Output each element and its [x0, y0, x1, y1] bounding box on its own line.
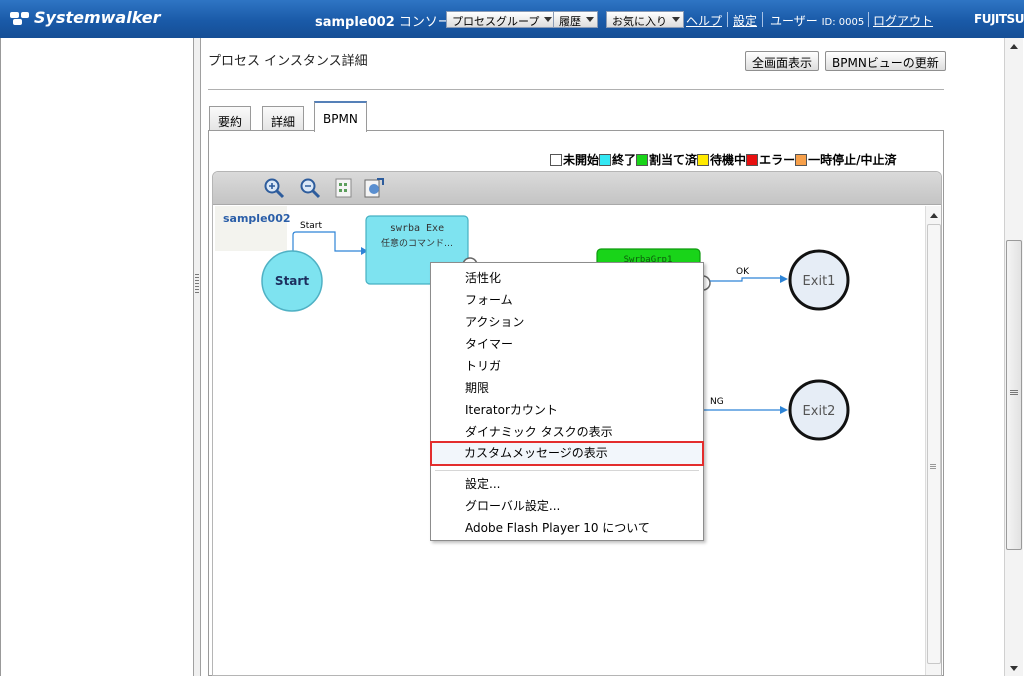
- legend-item: 待機中: [697, 151, 746, 168]
- context-menu: 活性化 フォーム アクション タイマー トリガ 期限 Iteratorカウント …: [430, 262, 704, 541]
- menu-item-action[interactable]: アクション: [431, 310, 703, 332]
- splitter-grip-icon: [195, 274, 199, 294]
- menu-item-iterator-count[interactable]: Iteratorカウント: [431, 398, 703, 420]
- status-legend: 未開始 終了 割当て済 待機中 エラー 一時停止/中止済: [550, 151, 896, 168]
- page-scrollbar[interactable]: [1004, 38, 1023, 676]
- bpmn-toolbar: [213, 172, 941, 205]
- settings-link[interactable]: 設定: [733, 12, 757, 29]
- console-name: sample002: [315, 15, 395, 30]
- legend-label: 一時停止/中止済: [808, 153, 897, 167]
- user-info: ユーザー ID: 0005: [770, 12, 864, 29]
- zoom-in-icon[interactable]: [263, 177, 285, 199]
- legend-swatch: [795, 153, 808, 166]
- systemwalker-logo-icon: [10, 10, 30, 26]
- scroll-grip-icon: [930, 464, 936, 470]
- header-separator: [868, 12, 869, 27]
- tab-summary[interactable]: 要約: [209, 106, 252, 131]
- tab-bpmn[interactable]: BPMN: [314, 101, 367, 132]
- page-title: プロセス インスタンス詳細: [208, 54, 368, 69]
- legend-swatch: [746, 153, 759, 166]
- scroll-down-icon[interactable]: [1010, 666, 1018, 671]
- help-link[interactable]: ヘルプ: [686, 12, 722, 29]
- legend-label: 終了: [612, 153, 637, 167]
- header-separator: [762, 12, 763, 27]
- favorites-menu[interactable]: お気に入り: [606, 11, 684, 28]
- process-group-menu-label: プロセスグループ: [452, 15, 540, 28]
- header-separator: [727, 12, 728, 27]
- bpmn-canvas-scrollbar[interactable]: [925, 206, 941, 675]
- legend-item: 一時停止/中止済: [795, 151, 896, 168]
- chevron-down-icon: [672, 17, 680, 22]
- bpmn-scrollbar-thumb[interactable]: [927, 224, 941, 664]
- history-menu[interactable]: 履歴: [553, 11, 598, 28]
- menu-item-about-flash[interactable]: Adobe Flash Player 10 について: [431, 516, 703, 538]
- history-menu-label: 履歴: [559, 15, 581, 28]
- fullscreen-button[interactable]: 全画面表示: [745, 51, 820, 71]
- legend-item: エラー: [746, 151, 795, 168]
- menu-item-global-settings[interactable]: グローバル設定...: [431, 494, 703, 516]
- scroll-up-icon[interactable]: [1010, 44, 1018, 49]
- legend-swatch: [599, 153, 612, 166]
- title-divider: [208, 89, 944, 90]
- menu-item-custom-message[interactable]: カスタムメッセージの表示: [430, 441, 704, 466]
- legend-swatch: [636, 153, 649, 166]
- legend-item: 終了: [599, 151, 636, 168]
- app-header: Systemwalker sample002 コンソール プロセスグループ 履歴…: [0, 0, 1024, 38]
- tab-details[interactable]: 詳細: [262, 106, 305, 131]
- chevron-down-icon: [544, 17, 553, 22]
- refresh-bpmn-button[interactable]: BPMNビューの更新: [825, 51, 946, 71]
- chevron-down-icon: [586, 17, 594, 22]
- scroll-up-icon[interactable]: [930, 213, 938, 218]
- systemwalker-logo: Systemwalker: [10, 8, 161, 27]
- menu-item-deadline[interactable]: 期限: [431, 376, 703, 398]
- legend-label: 待機中: [710, 153, 747, 167]
- console-title: sample002 コンソール: [315, 11, 464, 30]
- scroll-grip-icon: [1010, 390, 1018, 396]
- legend-label: 未開始: [563, 153, 600, 167]
- favorites-menu-label: お気に入り: [612, 15, 667, 28]
- legend-swatch: [697, 153, 710, 166]
- menu-item-timer[interactable]: タイマー: [431, 332, 703, 354]
- logo-text: Systemwalker: [34, 8, 161, 27]
- menu-item-form[interactable]: フォーム: [431, 288, 703, 310]
- user-prefix: ユーザー: [770, 14, 818, 28]
- process-lane-label: sample002: [215, 206, 291, 251]
- legend-item: 割当て済: [636, 151, 697, 168]
- fit-page-icon[interactable]: [333, 177, 355, 199]
- legend-item: 未開始: [550, 151, 599, 168]
- zoom-out-icon[interactable]: [299, 177, 321, 199]
- user-id: ID: 0005: [821, 17, 865, 28]
- menu-separator: [435, 470, 699, 471]
- legend-label: 割当て済: [649, 153, 698, 167]
- menu-item-activate[interactable]: 活性化: [431, 266, 703, 288]
- menu-item-trigger[interactable]: トリガ: [431, 354, 703, 376]
- left-pane: [0, 38, 193, 676]
- legend-swatch: [550, 153, 562, 166]
- menu-item-dynamic-task[interactable]: ダイナミック タスクの表示: [431, 420, 703, 442]
- pane-splitter[interactable]: [193, 38, 201, 676]
- export-icon[interactable]: [363, 177, 385, 199]
- process-group-menu[interactable]: プロセスグループ: [446, 11, 557, 28]
- menu-item-settings[interactable]: 設定...: [431, 472, 703, 494]
- logout-link[interactable]: ログアウト: [873, 12, 933, 29]
- legend-label: エラー: [759, 153, 796, 167]
- fujitsu-logo: FUJITSU: [974, 12, 1024, 26]
